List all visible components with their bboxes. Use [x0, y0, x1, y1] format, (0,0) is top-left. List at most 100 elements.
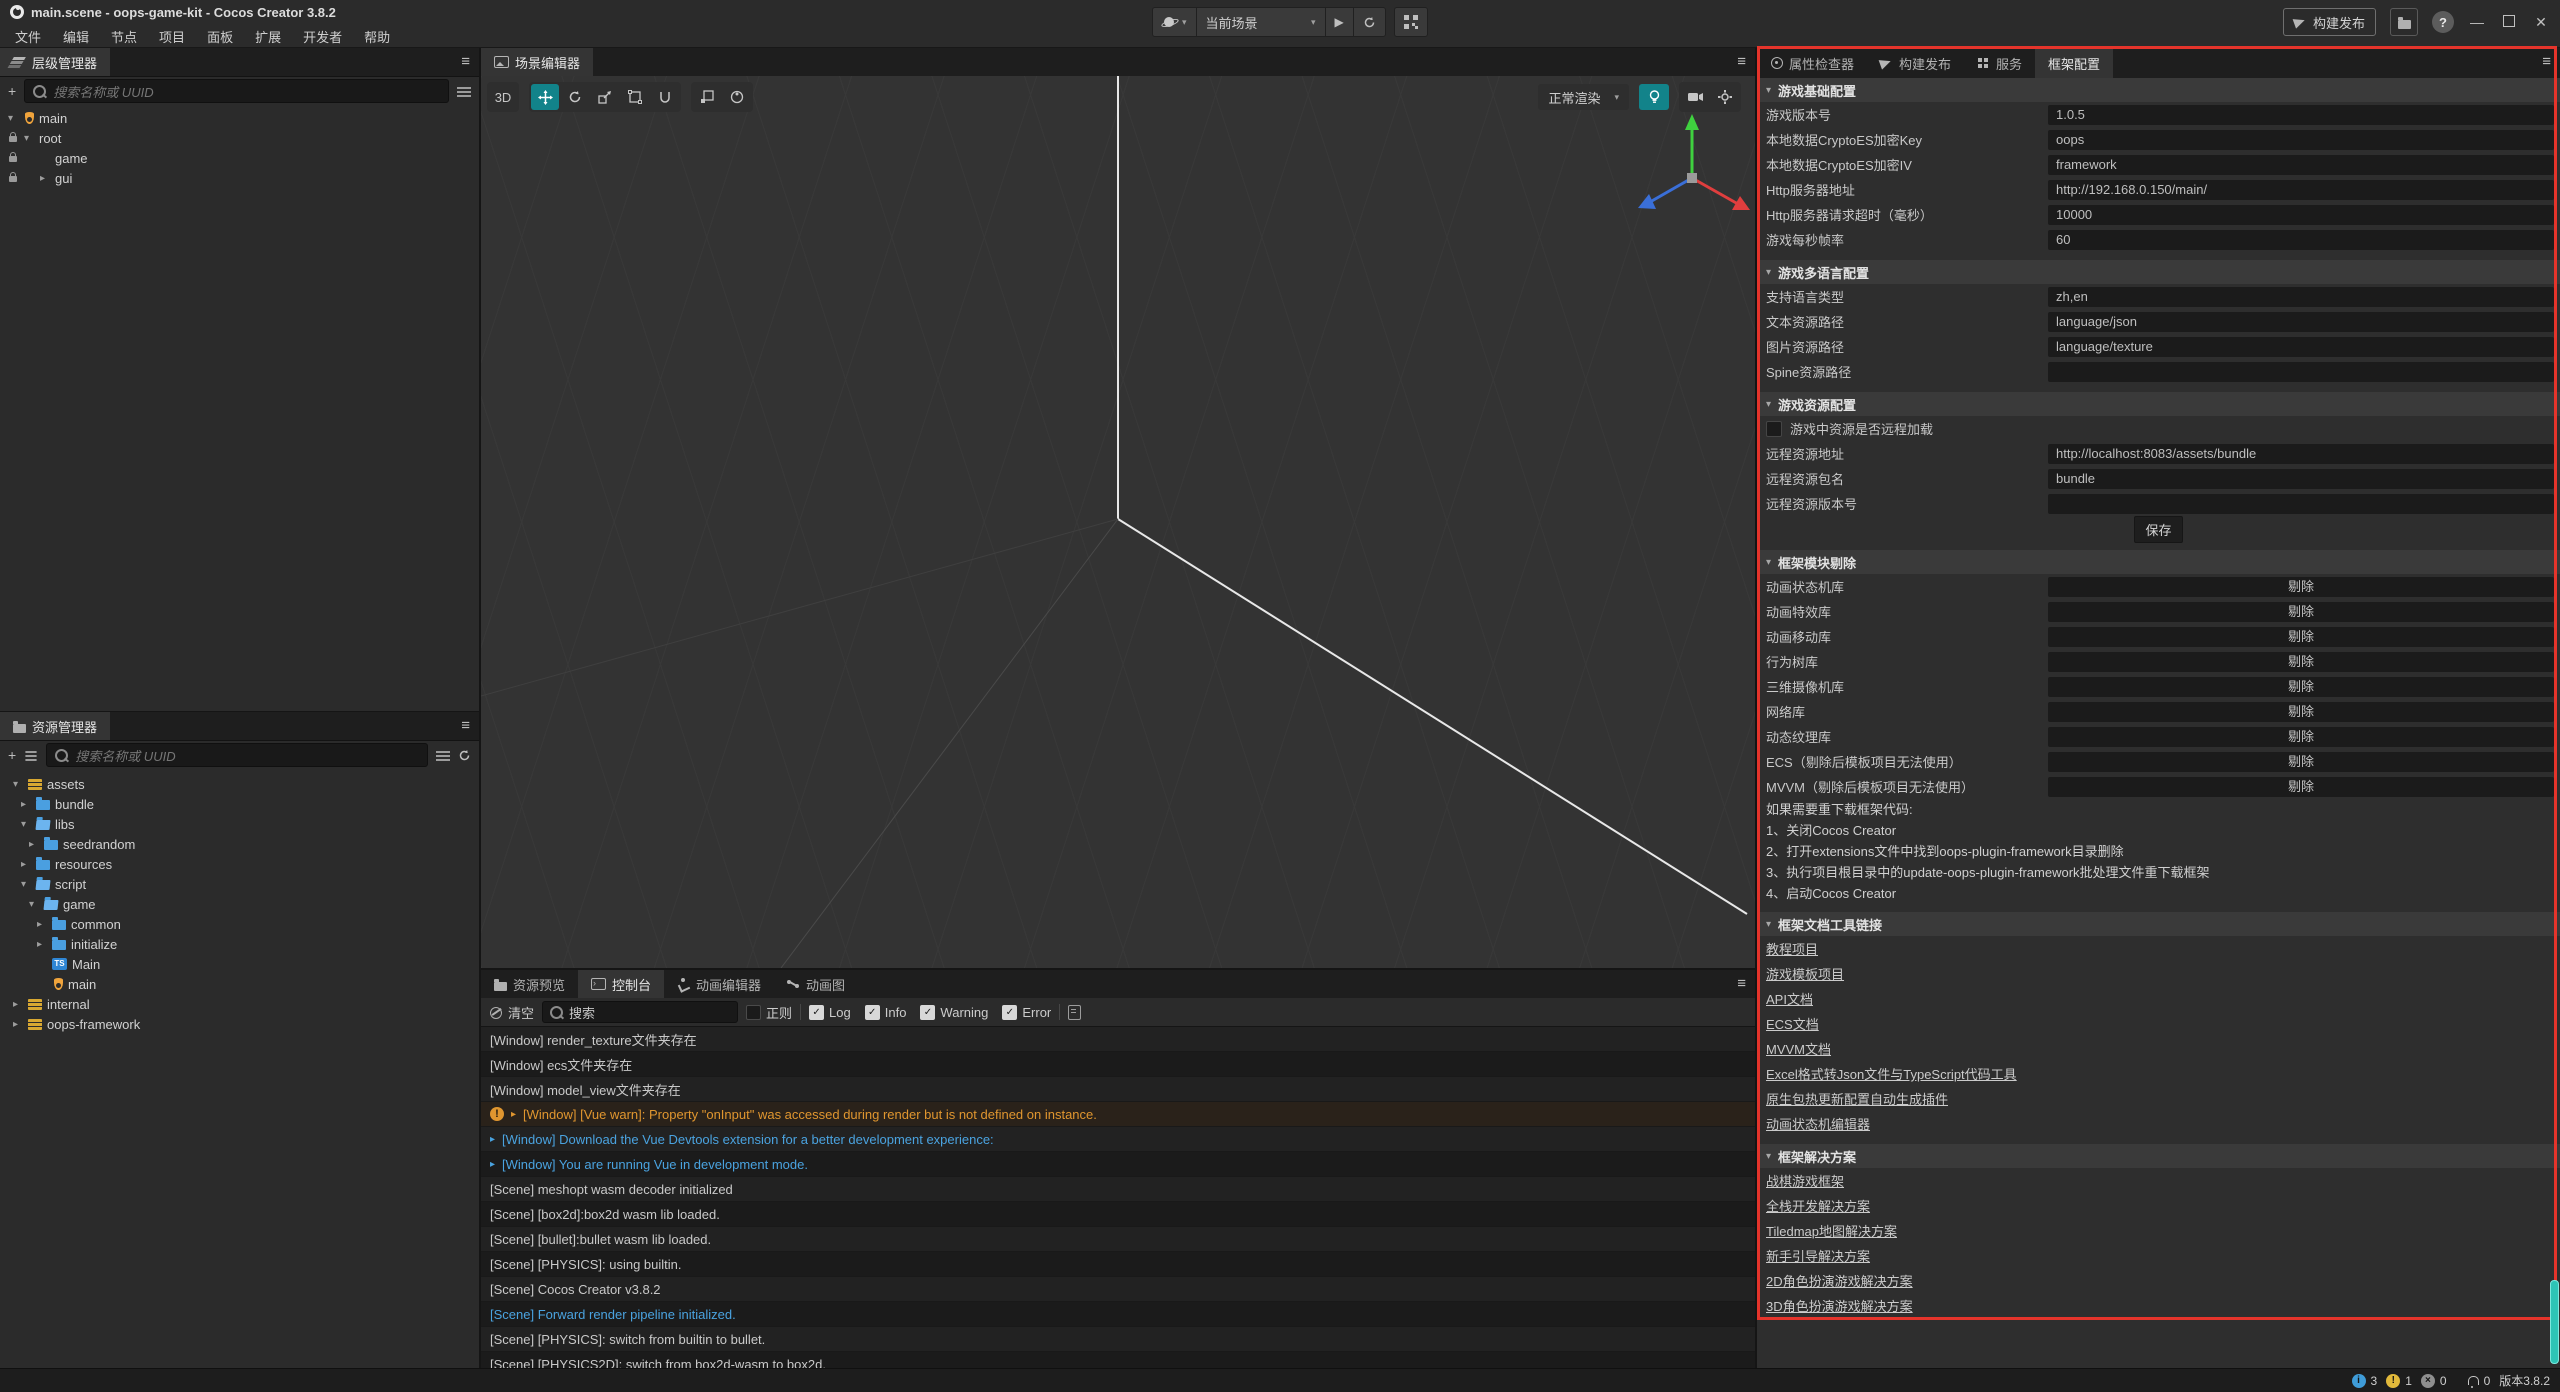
preview-target-button[interactable]: ▾ [1152, 7, 1196, 37]
asset-node-row[interactable]: oops-framework [0, 1014, 479, 1034]
menu-item[interactable]: 帮助 [353, 25, 401, 48]
hierarchy-search-input[interactable]: 搜索名称或 UUID [24, 79, 449, 103]
tab-assets[interactable]: 资源管理器 [0, 712, 110, 740]
doc-link[interactable]: 新手引导解决方案 [1766, 1246, 1870, 1265]
doc-link[interactable]: MVVM文档 [1766, 1039, 1831, 1058]
info-count-icon[interactable]: i [2352, 1374, 2366, 1388]
remove-module-button[interactable]: 剔除 [2048, 652, 2554, 672]
doc-link[interactable]: 3D角色扮演游戏解决方案 [1766, 1296, 1913, 1315]
snap-pivot-button[interactable] [693, 84, 721, 110]
remove-module-button[interactable]: 剔除 [2048, 727, 2554, 747]
field-input[interactable] [2048, 494, 2554, 514]
expand-arrow-icon[interactable] [29, 839, 44, 850]
rect-tool-button[interactable] [621, 84, 649, 110]
assets-menu-icon[interactable]: ≡ [461, 717, 470, 734]
doc-link[interactable]: 全栈开发解决方案 [1766, 1196, 1870, 1215]
expand-arrow-icon[interactable]: ▸ [490, 1159, 495, 1170]
tab-hierarchy[interactable]: 层级管理器 [0, 48, 110, 76]
doc-link[interactable]: 动画状态机编辑器 [1766, 1114, 1870, 1133]
open-project-folder-button[interactable] [2390, 8, 2418, 36]
restart-button[interactable] [1353, 7, 1386, 37]
snap-space-button[interactable] [723, 84, 751, 110]
build-publish-button[interactable]: 构建发布 [2283, 8, 2376, 36]
asset-node-row[interactable]: resources [0, 854, 479, 874]
axis-gizmo[interactable] [1626, 106, 1755, 236]
asset-node-row[interactable]: bundle [0, 794, 479, 814]
log-filter-checkbox[interactable]: ✓ Info [865, 1005, 907, 1020]
asset-node-row[interactable]: initialize [0, 934, 479, 954]
remove-module-button[interactable]: 剔除 [2048, 702, 2554, 722]
hierarchy-node-row[interactable]: game [0, 148, 479, 168]
expand-arrow-icon[interactable] [13, 1019, 28, 1030]
field-input[interactable]: http://localhost:8083/assets/bundle [2048, 444, 2554, 464]
regex-checkbox[interactable]: ✓ 正则 [746, 1003, 792, 1022]
expand-arrow-icon[interactable] [13, 999, 28, 1010]
section-header[interactable]: ▾ 游戏资源配置 [1757, 392, 2560, 416]
remove-module-button[interactable]: 剔除 [2048, 602, 2554, 622]
field-input[interactable]: bundle [2048, 469, 2554, 489]
hierarchy-node-row[interactable]: main [0, 108, 479, 128]
asset-node-row[interactable]: script [0, 874, 479, 894]
rotate-tool-button[interactable] [561, 84, 589, 110]
hierarchy-node-row[interactable]: root [0, 128, 479, 148]
log-filter-checkbox[interactable]: ✓ Log [809, 1005, 851, 1020]
play-button[interactable]: ▶ [1325, 7, 1353, 37]
refresh-icon[interactable] [458, 749, 471, 762]
filter-icon[interactable] [436, 750, 450, 760]
close-button[interactable]: ✕ [2532, 14, 2550, 31]
move-tool-button[interactable] [531, 84, 559, 110]
save-button[interactable]: 保存 [2134, 516, 2182, 543]
expand-arrow-icon[interactable] [21, 859, 36, 870]
asset-node-row[interactable]: common [0, 914, 479, 934]
asset-node-row[interactable]: assets [0, 774, 479, 794]
field-input[interactable]: 10000 [2048, 205, 2554, 225]
expand-arrow-icon[interactable] [13, 779, 28, 790]
doc-link[interactable]: 2D角色扮演游戏解决方案 [1766, 1271, 1913, 1290]
inspector-tab[interactable]: 属性检查器 [1757, 48, 1867, 78]
menu-item[interactable]: 编辑 [52, 25, 100, 48]
help-button[interactable]: ? [2432, 11, 2454, 33]
expand-arrow-icon[interactable] [37, 979, 52, 990]
remove-module-button[interactable]: 剔除 [2048, 677, 2554, 697]
sort-icon[interactable] [26, 750, 37, 760]
scene-menu-icon[interactable]: ≡ [1737, 53, 1746, 70]
doc-link[interactable]: Excel格式转Json文件与TypeScript代码工具 [1766, 1064, 2017, 1083]
mode-3d-button[interactable]: 3D [489, 84, 517, 110]
expand-arrow-icon[interactable] [37, 939, 52, 950]
inspector-tab[interactable]: 框架配置 [2035, 48, 2113, 78]
hierarchy-node-row[interactable]: gui [0, 168, 479, 188]
section-header[interactable]: ▾ 框架解决方案 [1757, 1144, 2560, 1168]
expand-arrow-icon[interactable] [40, 173, 55, 184]
asset-node-row[interactable]: libs [0, 814, 479, 834]
menu-item[interactable]: 开发者 [292, 25, 353, 48]
inspector-tab[interactable]: 构建发布 [1867, 48, 1964, 78]
filter-icon[interactable] [457, 86, 471, 96]
remove-module-button[interactable]: 剔除 [2048, 577, 2554, 597]
scene-selector-dropdown[interactable]: 当前场景 ▾ [1196, 7, 1325, 37]
doc-link[interactable]: API文档 [1766, 989, 1813, 1008]
remove-module-button[interactable]: 剔除 [2048, 777, 2554, 797]
scene-settings-button[interactable] [1711, 84, 1739, 110]
console-tab[interactable]: 资源预览 [481, 970, 578, 998]
maximize-button[interactable] [2500, 14, 2518, 30]
field-input[interactable] [2048, 362, 2554, 382]
console-tab[interactable]: 动画图 [774, 970, 858, 998]
inspector-scrollbar[interactable] [2550, 1280, 2559, 1364]
bell-icon[interactable] [2468, 1376, 2479, 1385]
minimize-button[interactable]: — [2468, 14, 2486, 30]
field-input[interactable]: language/texture [2048, 337, 2554, 357]
expand-arrow-icon[interactable] [24, 133, 39, 144]
doc-link[interactable]: Tiledmap地图解决方案 [1766, 1221, 1897, 1240]
doc-link[interactable]: ECS文档 [1766, 1014, 1819, 1033]
expand-arrow-icon[interactable]: ▸ [511, 1109, 516, 1120]
doc-link[interactable]: 战棋游戏框架 [1766, 1171, 1844, 1190]
menu-item[interactable]: 文件 [4, 25, 52, 48]
field-input[interactable]: http://192.168.0.150/main/ [2048, 180, 2554, 200]
expand-arrow-icon[interactable] [37, 959, 52, 970]
expand-arrow-icon[interactable]: ▸ [490, 1134, 495, 1145]
asset-node-row[interactable]: internal [0, 994, 479, 1014]
doc-link[interactable]: 教程项目 [1766, 939, 1818, 958]
scene-viewport[interactable]: 3D [481, 76, 1755, 968]
field-input[interactable]: oops [2048, 130, 2554, 150]
asset-node-row[interactable]: main [0, 974, 479, 994]
